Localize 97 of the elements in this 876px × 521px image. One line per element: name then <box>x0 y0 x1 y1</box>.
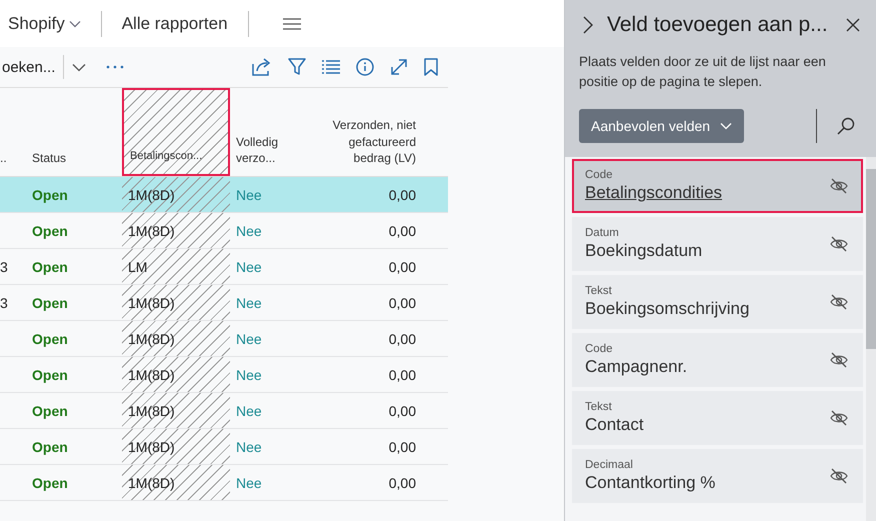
table-cell: Open <box>32 294 68 310</box>
hidden-eye-icon[interactable] <box>829 294 849 310</box>
chevron-down-icon[interactable] <box>72 62 86 72</box>
column-header[interactable]: Status <box>26 88 122 176</box>
table-row[interactable]: Open 1M(8D) Nee 0,00 <box>0 357 448 393</box>
table-cell: 1M(8D) <box>128 186 175 202</box>
hidden-eye-icon[interactable] <box>829 468 849 484</box>
recommended-fields-dropdown[interactable]: Aanbevolen velden <box>579 109 744 144</box>
hidden-eye-icon[interactable] <box>829 236 849 252</box>
table-cell: 0,00 <box>388 222 416 238</box>
post-action-button[interactable]: oeken... <box>0 58 56 76</box>
table-cell: 1M(8D) <box>128 474 175 490</box>
table-cell: 1M(8D) <box>128 222 175 238</box>
menu-icon[interactable] <box>282 18 301 30</box>
table-cell: Nee <box>236 294 262 310</box>
table-cell: 1M(8D) <box>128 366 175 382</box>
table-row[interactable]: 3 Open 1M(8D) Nee 0,00 <box>0 285 448 321</box>
bookmark-icon[interactable] <box>424 58 438 76</box>
table-row[interactable]: Open 1M(8D) Nee 0,00 <box>0 321 448 357</box>
table-row[interactable]: Open 1M(8D) Nee 0,00 <box>0 213 448 249</box>
hidden-eye-icon[interactable] <box>829 178 849 194</box>
filter-icon[interactable] <box>288 58 306 76</box>
table-cell: Open <box>32 438 68 454</box>
table-cell: 1M(8D) <box>128 330 175 346</box>
chevron-down-icon <box>68 20 81 28</box>
field-type: Decimaal <box>585 459 633 472</box>
hidden-eye-icon[interactable] <box>829 352 849 368</box>
column-header[interactable]: .. <box>0 88 26 176</box>
field-card[interactable]: Code Betalingscondities <box>572 159 863 214</box>
info-icon[interactable] <box>356 58 374 76</box>
panel-description: Plaats velden door ze uit de lijst naar een positie op de pagina te slepen. <box>579 53 827 91</box>
nav-menu[interactable]: Shopify <box>8 14 81 34</box>
field-name: Boekingsdatum <box>585 241 702 262</box>
table-cell: Nee <box>236 258 262 274</box>
table-cell: Nee <box>236 402 262 418</box>
table-row[interactable]: Open 1M(8D) Nee 0,00 <box>0 465 448 501</box>
chevron-right-icon[interactable] <box>583 16 593 34</box>
field-name: Contact <box>585 415 644 436</box>
table-cell: Nee <box>236 222 262 238</box>
share-icon[interactable] <box>252 58 272 76</box>
table-cell: 0,00 <box>388 402 416 418</box>
table-cell: 1M(8D) <box>128 294 175 310</box>
chevron-down-icon <box>720 122 732 130</box>
field-card[interactable]: Tekst Contact <box>572 391 863 446</box>
table-cell: LM <box>128 258 148 274</box>
table-cell: Open <box>32 402 68 418</box>
field-card[interactable]: Decimaal Contantkorting % <box>572 449 863 504</box>
field-card[interactable]: Tekst Boekingsomschrijving <box>572 275 863 330</box>
table-cell: Nee <box>236 366 262 382</box>
panel-title: Veld toevoegen aan p... <box>607 13 829 37</box>
column-header[interactable]: Verzonden, niet gefactureerd bedrag (LV) <box>308 88 424 176</box>
table-cell: Open <box>32 222 68 238</box>
table-cell: 0,00 <box>388 294 416 310</box>
search-icon[interactable] <box>837 117 856 136</box>
field-name: Campagnenr. <box>585 357 688 378</box>
field-card[interactable]: Code Campagnenr. <box>572 333 863 388</box>
field-name: Betalingscondities <box>585 183 722 204</box>
table-cell: Open <box>32 366 68 382</box>
table-cell: 0,00 <box>388 330 416 346</box>
table-row[interactable]: Open 1M(8D) Nee 0,00 <box>0 393 448 429</box>
column-header[interactable]: Betalingscon... <box>122 88 230 176</box>
table-cell: 1M(8D) <box>128 438 175 454</box>
table-cell: Nee <box>236 330 262 346</box>
table-cell: 0,00 <box>388 474 416 490</box>
close-icon[interactable] <box>846 18 860 32</box>
table-cell: Nee <box>236 474 262 490</box>
column-header[interactable]: Volledig verzo... <box>230 88 308 176</box>
table-cell: Open <box>32 474 68 490</box>
field-card[interactable]: Datum Boekingsdatum <box>572 217 863 272</box>
table-cell: 0,00 <box>388 366 416 382</box>
field-type: Code <box>585 169 612 182</box>
nav-menu[interactable]: Alle rapporten <box>122 14 228 34</box>
table-row[interactable]: 3 Open LM Nee 0,00 <box>0 249 448 285</box>
table-cell: 3 <box>0 294 8 310</box>
field-type: Datum <box>585 227 619 240</box>
field-type: Code <box>585 343 612 356</box>
field-name: Boekingsomschrijving <box>585 299 750 320</box>
table-cell: 0,00 <box>388 258 416 274</box>
field-name: Contantkorting % <box>585 473 716 494</box>
table-cell: 0,00 <box>388 186 416 202</box>
hidden-eye-icon[interactable] <box>829 410 849 426</box>
table-cell: Nee <box>236 438 262 454</box>
table-row[interactable]: Open 1M(8D) Nee 0,00 <box>0 177 448 213</box>
field-type: Tekst <box>585 285 612 298</box>
more-icon[interactable] <box>106 65 124 69</box>
list-icon[interactable] <box>322 60 340 74</box>
table-cell: 0,00 <box>388 438 416 454</box>
scrollbar[interactable] <box>866 157 876 521</box>
table-cell: Open <box>32 186 68 202</box>
table-cell: 3 <box>0 258 8 274</box>
table-cell: Open <box>32 330 68 346</box>
table-cell: Open <box>32 258 68 274</box>
table-cell: 1M(8D) <box>128 402 175 418</box>
table-cell: Nee <box>236 186 262 202</box>
table-row[interactable]: Open 1M(8D) Nee 0,00 <box>0 429 448 465</box>
field-type: Tekst <box>585 401 612 414</box>
expand-icon[interactable] <box>390 58 408 76</box>
